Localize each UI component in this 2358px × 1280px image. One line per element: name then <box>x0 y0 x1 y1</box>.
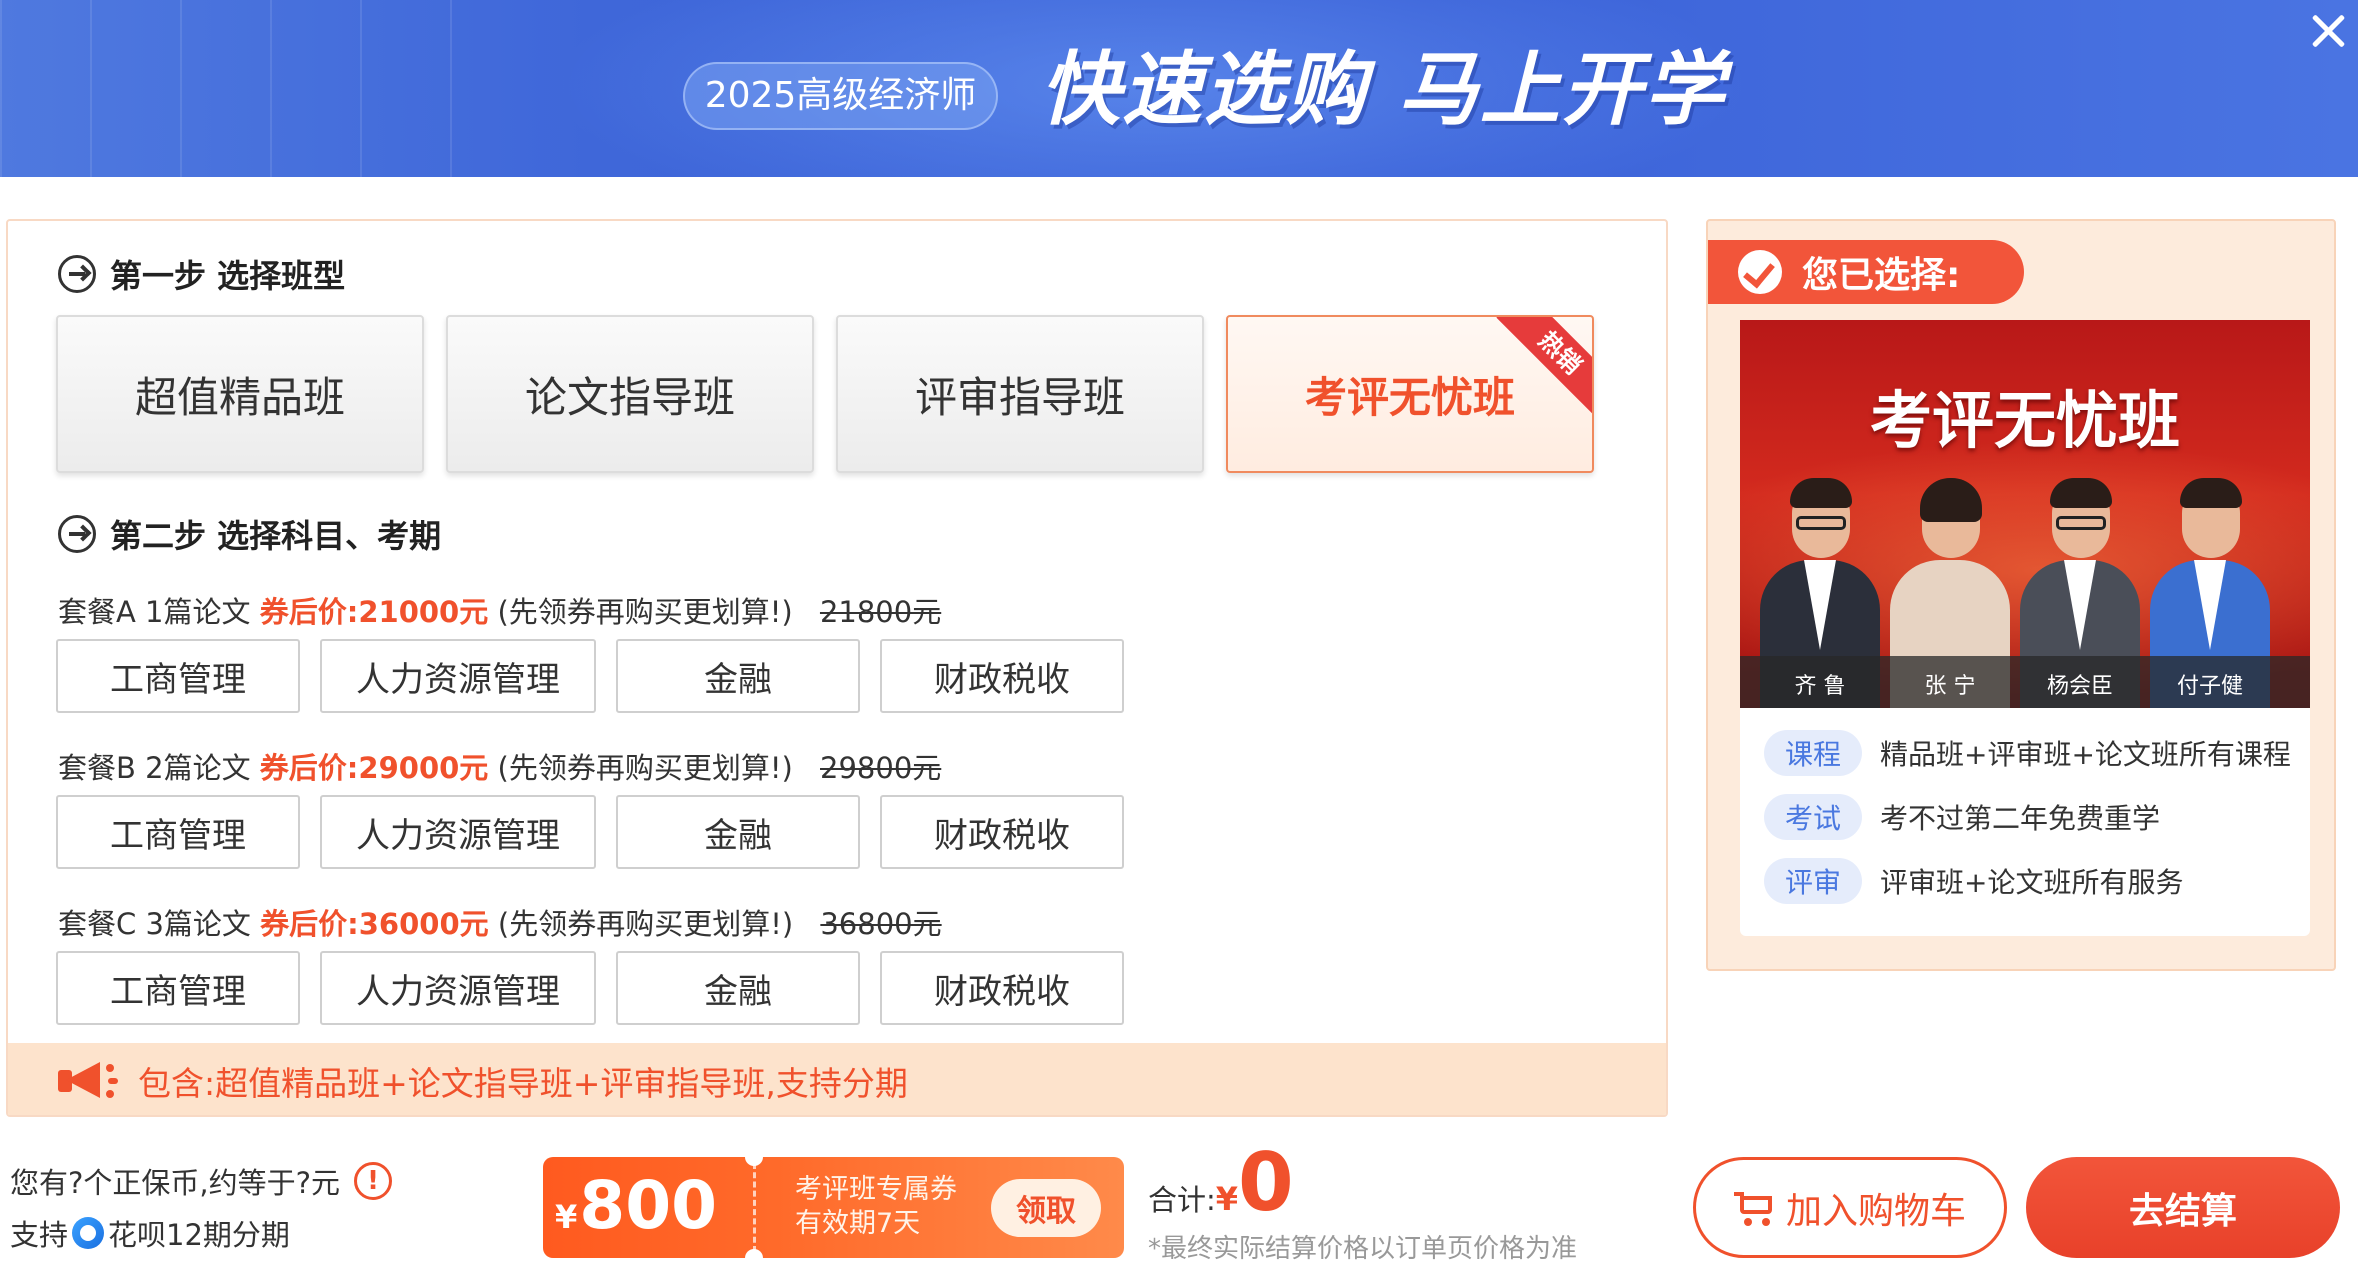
installment-text: 花呗12期分期 <box>108 1218 290 1252</box>
feature-tag: 评审 <box>1764 858 1862 904</box>
coupon-price: 36000元 <box>358 907 489 941</box>
subject-button[interactable]: 人力资源管理 <box>320 795 596 869</box>
teacher-name: 齐 鲁 <box>1794 674 1846 699</box>
close-icon[interactable] <box>2304 6 2354 56</box>
feature-item: 课程 精品班+评审班+论文班所有课程 <box>1764 728 2291 778</box>
subject-button[interactable]: 工商管理 <box>56 639 300 713</box>
course-features: 课程 精品班+评审班+论文班所有课程 考试 考不过第二年免费重学 评审 评审班+… <box>1740 708 2310 936</box>
feature-text: 考不过第二年免费重学 <box>1880 802 2161 835</box>
feature-item: 评审 评审班+论文班所有服务 <box>1764 856 2183 906</box>
subject-button[interactable]: 人力资源管理 <box>320 951 596 1025</box>
coupon-description: 考评班专属券 有效期7天 <box>795 1173 957 1241</box>
class-option-3[interactable]: 评审指导班 <box>836 315 1204 473</box>
check-circle-icon <box>1738 250 1782 294</box>
coupon-value: 800 <box>579 1167 718 1244</box>
package-note: (先领券再购买更划算!) <box>497 751 793 785</box>
coupon-price-label: 券后价: <box>259 595 359 629</box>
coupon-currency: ¥ <box>555 1198 578 1236</box>
class-option-4[interactable]: 考评无忧班 热销 <box>1226 315 1594 473</box>
class-option-1[interactable]: 超值精品班 <box>56 315 424 473</box>
checkout-button[interactable]: 去结算 <box>2026 1157 2340 1258</box>
course-banner-image: 考评无忧班 齐 鲁 张 宁 杨会臣 付子健 <box>1740 320 2310 708</box>
teacher-name: 张 宁 <box>1924 674 1976 699</box>
coupon-divider <box>753 1163 756 1252</box>
coupon-price: 21000元 <box>358 595 489 629</box>
selected-header-text: 您已选择: <box>1802 255 1961 296</box>
coin-text: 您有?个正保币,约等于?元 <box>10 1166 341 1200</box>
includes-text: 包含:超值精品班+论文指导班+评审指导班,支持分期 <box>138 1064 908 1103</box>
step2-title-text: 第二步 选择科目、考期 <box>110 517 442 555</box>
huabei-icon <box>72 1217 105 1249</box>
package-b-info: 套餐B 2篇论文 券后价:29000元 (先领券再购买更划算!) 29800元 <box>58 745 941 787</box>
feature-item: 考试 考不过第二年免费重学 <box>1764 792 2160 842</box>
teacher-name: 付子健 <box>2176 674 2243 699</box>
coupon-desc-line1: 考评班专属券 <box>795 1174 957 1205</box>
package-c-info: 套餐C 3篇论文 券后价:36000元 (先领券再购买更划算!) 36800元 <box>58 901 942 943</box>
cart-icon <box>1733 1190 1776 1226</box>
exam-year-tag: 2025高级经济师 <box>683 62 998 130</box>
installment-info: 支持 花呗12期分期 <box>10 1212 290 1254</box>
subject-button[interactable]: 工商管理 <box>56 951 300 1025</box>
course-banner-title: 考评无忧班 <box>1869 384 2180 457</box>
coupon-price-label: 券后价: <box>259 751 359 785</box>
subject-button[interactable]: 金融 <box>616 951 860 1025</box>
feature-tag: 考试 <box>1764 794 1862 840</box>
class-option-4-label: 考评无忧班 <box>1304 372 1515 422</box>
subject-button[interactable]: 金融 <box>616 639 860 713</box>
original-price: 29800元 <box>820 751 942 785</box>
claim-coupon-button[interactable]: 领取 <box>991 1179 1101 1237</box>
feature-text: 评审班+论文班所有服务 <box>1880 866 2184 899</box>
coupon-price-label: 券后价: <box>260 907 359 941</box>
price-footnote: *最终实际结算价格以订单页价格为准 <box>1148 1234 1578 1264</box>
subject-button[interactable]: 工商管理 <box>56 795 300 869</box>
arrow-circle-icon <box>58 255 96 293</box>
selected-header: 您已选择: <box>1708 240 2024 304</box>
total-currency: ¥ <box>1215 1180 1239 1218</box>
add-to-cart-label: 加入购物车 <box>1785 1190 1966 1232</box>
coupon-card: ¥ 800 考评班专属券 有效期7天 领取 <box>543 1157 1124 1258</box>
subject-button[interactable]: 财政税收 <box>880 951 1124 1025</box>
step1-title-text: 第一步 选择班型 <box>110 257 346 295</box>
purchase-dialog: 2025高级经济师 快速选购 马上开学 第一步 选择班型 超值精品班 论文指导班… <box>0 0 2358 1280</box>
header-slogan: 快速选购 马上开学 <box>1040 43 1726 136</box>
coupon-price: 29000元 <box>358 751 489 785</box>
total-price: 合计: ¥ 0 <box>1148 1138 1294 1228</box>
subject-button[interactable]: 财政税收 <box>880 639 1124 713</box>
arrow-circle-icon <box>58 515 96 553</box>
feature-text: 精品班+评审班+论文班所有课程 <box>1880 738 2291 771</box>
coin-info: 您有?个正保币,约等于?元 ! <box>10 1160 393 1202</box>
selection-panel: 第一步 选择班型 超值精品班 论文指导班 评审指导班 考评无忧班 热销 第二步 … <box>6 219 1668 1117</box>
class-option-2[interactable]: 论文指导班 <box>446 315 814 473</box>
dialog-header: 2025高级经济师 快速选购 马上开学 <box>0 0 2358 177</box>
original-price: 21800元 <box>819 595 942 629</box>
megaphone-icon <box>56 1056 120 1106</box>
total-label: 合计: <box>1148 1183 1216 1217</box>
feature-tag: 课程 <box>1764 730 1862 776</box>
step1-title: 第一步 选择班型 <box>58 249 345 299</box>
original-price: 36800元 <box>820 907 942 941</box>
header-decoration <box>0 0 520 177</box>
selected-summary-panel: 您已选择: 考评无忧班 齐 鲁 张 宁 杨会臣 付子健 课程 精品班+评审班+论… <box>1706 219 2336 971</box>
subject-button[interactable]: 金融 <box>616 795 860 869</box>
package-name: 套餐B 2篇论文 <box>58 751 251 785</box>
package-name: 套餐C 3篇论文 <box>58 907 251 941</box>
installment-prefix: 支持 <box>10 1218 69 1252</box>
coupon-amount: ¥ 800 <box>555 1157 717 1258</box>
total-amount: 0 <box>1238 1136 1294 1229</box>
add-to-cart-button[interactable]: 加入购物车 <box>1693 1157 2007 1258</box>
step2-title: 第二步 选择科目、考期 <box>58 509 441 559</box>
package-note: (先领券再购买更划算!) <box>497 595 793 629</box>
includes-banner: 包含:超值精品班+论文指导班+评审指导班,支持分期 <box>8 1043 1666 1115</box>
coupon-desc-line2: 有效期7天 <box>795 1208 921 1239</box>
warning-icon[interactable]: ! <box>354 1162 393 1200</box>
package-note: (先领券再购买更划算!) <box>497 907 794 941</box>
package-a-info: 套餐A 1篇论文 券后价:21000元 (先领券再购买更划算!) 21800元 <box>58 589 941 631</box>
subject-button[interactable]: 人力资源管理 <box>320 639 596 713</box>
teacher-name: 杨会臣 <box>2046 674 2113 699</box>
package-name: 套餐A 1篇论文 <box>58 595 251 629</box>
subject-button[interactable]: 财政税收 <box>880 795 1124 869</box>
